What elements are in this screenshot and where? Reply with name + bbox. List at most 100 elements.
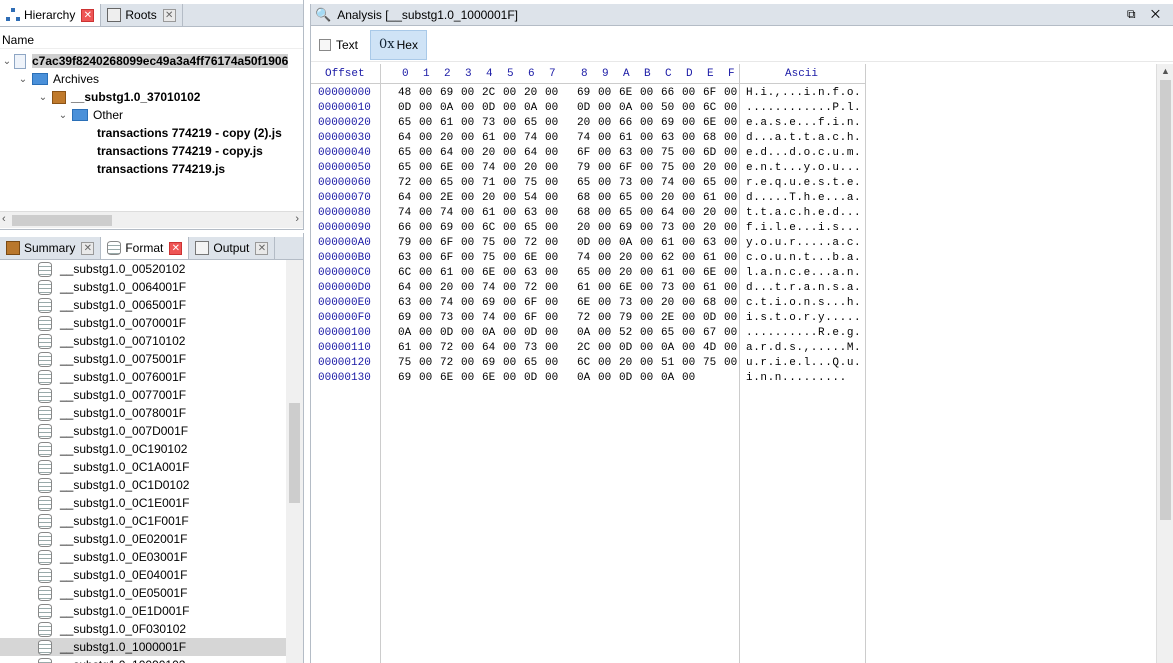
hex-byte[interactable]: 00 [503,282,516,294]
hex-byte[interactable]: 6E [619,87,632,99]
hex-byte[interactable]: 6F [524,312,537,324]
hex-byte[interactable]: 00 [503,312,516,324]
hex-byte[interactable]: 00 [640,132,653,144]
hex-byte[interactable]: 75 [398,357,411,369]
tree-node-substg[interactable]: ⌄ __substg1.0_37010102 [0,88,303,106]
hex-byte[interactable]: 2C [482,87,495,99]
hex-byte[interactable]: 00 [503,297,516,309]
hex-byte[interactable]: 73 [440,312,453,324]
hex-byte[interactable]: 6F [440,237,453,249]
collapse-icon[interactable]: ⌄ [0,56,14,67]
hex-byte[interactable]: 00 [724,102,737,114]
hex-byte[interactable]: 50 [661,102,674,114]
scroll-right-icon[interactable]: › [295,213,299,225]
hex-byte[interactable]: 00 [640,312,653,324]
hex-byte[interactable]: 6F [524,297,537,309]
hex-byte[interactable]: 63 [661,132,674,144]
hex-byte[interactable]: 00 [682,117,695,129]
hex-byte[interactable]: 00 [724,342,737,354]
hex-byte[interactable]: 20 [619,252,632,264]
hex-byte[interactable]: 00 [682,267,695,279]
hex-byte[interactable]: 00 [682,87,695,99]
hex-byte[interactable]: 00 [598,132,611,144]
format-list-item[interactable]: __substg1.0_10090102 [0,656,286,663]
hex-byte[interactable]: 69 [440,222,453,234]
hex-byte[interactable]: 72 [440,357,453,369]
hex-byte[interactable]: 00 [461,117,474,129]
horizontal-scrollbar[interactable]: ‹ › [0,211,303,228]
hex-byte[interactable]: 61 [661,237,674,249]
hex-byte[interactable]: 72 [577,312,590,324]
hex-byte[interactable]: 2C [577,342,590,354]
tree-node-other[interactable]: ⌄ Other [0,106,303,124]
hex-byte[interactable]: 65 [398,147,411,159]
hex-byte[interactable]: 20 [482,192,495,204]
hex-byte[interactable]: 00 [598,342,611,354]
hex-byte[interactable]: 6E [482,267,495,279]
hex-byte[interactable]: 0A [619,102,632,114]
hex-byte[interactable]: 00 [461,177,474,189]
hex-byte[interactable]: 61 [482,132,495,144]
hex-byte[interactable]: 00 [724,147,737,159]
hex-byte[interactable]: 00 [461,237,474,249]
hex-byte[interactable]: 00 [545,147,558,159]
hex-byte[interactable]: 00 [503,327,516,339]
hex-byte[interactable]: 00 [598,192,611,204]
hex-row[interactable]: 00000130 69 00 6E 00 6E 00 0D 00 0A 00 0D 00 0A 00 i.n.… [311,372,866,387]
hex-byte[interactable]: 0D [703,312,716,324]
hex-byte[interactable]: 00 [598,267,611,279]
hex-row[interactable]: 00000030 64 00 20 00 61 00 74 00 74 00 61 00 63 00 68 00… [311,132,866,147]
hex-byte[interactable]: 00 [461,132,474,144]
hex-byte[interactable]: 69 [661,117,674,129]
hex-byte[interactable]: 65 [398,162,411,174]
hex-byte[interactable]: 0D [482,102,495,114]
hex-byte[interactable]: 0A [482,327,495,339]
hex-row[interactable]: 000000C0 6C 00 61 00 6E 00 63 00 65 00 20 00 61 00 6E 00… [311,267,866,282]
hex-byte[interactable]: 00 [419,297,432,309]
hex-byte[interactable]: 00 [598,162,611,174]
hex-byte[interactable]: 74 [482,162,495,174]
hex-byte[interactable]: 6E [440,162,453,174]
hex-byte[interactable]: 0D [398,102,411,114]
hex-byte[interactable]: 6F [440,252,453,264]
hex-byte[interactable]: 00 [640,147,653,159]
hex-row[interactable]: 00000050 65 00 6E 00 74 00 20 00 79 00 6F 00 75 00 20 00… [311,162,866,177]
hex-byte[interactable]: 00 [598,237,611,249]
hex-byte[interactable]: 00 [724,312,737,324]
hex-byte[interactable]: 00 [682,162,695,174]
close-icon[interactable]: ✕ [81,241,95,255]
hex-byte[interactable]: 75 [482,237,495,249]
hex-row[interactable]: 000000D0 64 00 20 00 74 00 72 00 61 00 6E 00 73 00 61 00… [311,282,866,297]
format-list-item[interactable]: __substg1.0_0078001F [0,404,286,422]
tab-hex-view[interactable]: 0x Hex [370,29,427,60]
hex-byte[interactable]: 0A [440,102,453,114]
close-icon[interactable]: ✕ [81,8,95,22]
hex-byte[interactable]: 20 [619,357,632,369]
hex-byte[interactable]: 00 [640,87,653,99]
hex-byte[interactable]: 00 [724,237,737,249]
hex-byte[interactable]: 00 [419,222,432,234]
hex-byte[interactable]: 20 [440,282,453,294]
hex-byte[interactable]: 00 [503,177,516,189]
hex-byte[interactable]: 79 [398,237,411,249]
hex-byte[interactable]: 00 [682,237,695,249]
hex-byte[interactable]: 64 [398,282,411,294]
hex-byte[interactable]: 20 [577,117,590,129]
hex-byte[interactable]: 00 [461,327,474,339]
format-list-item[interactable]: __substg1.0_0077001F [0,386,286,404]
hex-byte[interactable]: 65 [440,177,453,189]
hex-byte[interactable]: 64 [398,192,411,204]
hex-byte[interactable]: 72 [524,237,537,249]
hex-byte[interactable]: 74 [577,132,590,144]
hex-byte[interactable]: 75 [524,177,537,189]
hex-byte[interactable]: 69 [619,222,632,234]
hex-byte[interactable]: 00 [682,147,695,159]
hex-byte[interactable]: 52 [619,327,632,339]
tab-hierarchy[interactable]: Hierarchy ✕ [0,4,102,26]
hex-byte[interactable]: 63 [703,237,716,249]
hex-byte[interactable]: 72 [398,177,411,189]
hex-byte[interactable]: 74 [482,312,495,324]
hex-byte[interactable]: 74 [577,252,590,264]
hex-byte[interactable]: 00 [724,192,737,204]
hex-byte[interactable]: 64 [661,207,674,219]
